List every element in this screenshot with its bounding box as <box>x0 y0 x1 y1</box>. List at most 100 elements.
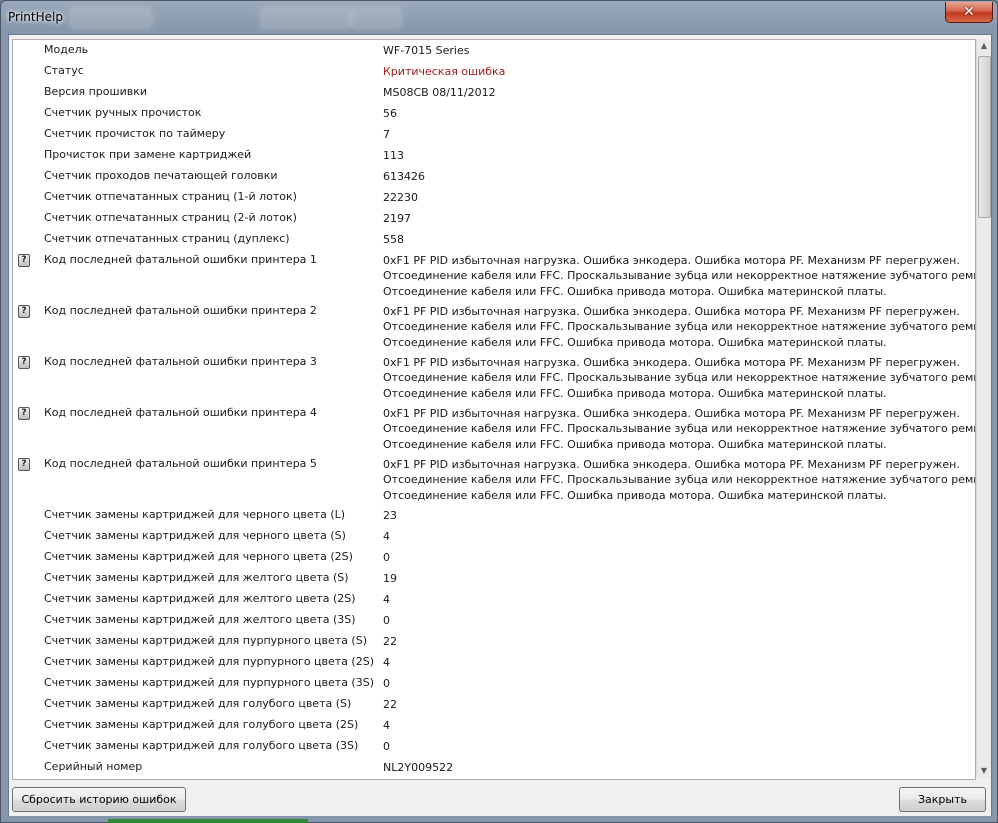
info-row[interactable]: Счетчик замены картриджей для пурпурного… <box>13 673 975 694</box>
info-value-line: Отсоединение кабеля или FFC. Ошибка прив… <box>383 335 887 349</box>
info-value-line: Отсоединение кабеля или FFC. Ошибка прив… <box>383 284 887 298</box>
info-row[interactable]: ? Код последней фатальной ошибки принтера… <box>13 454 975 505</box>
help-icon[interactable]: ? <box>18 254 30 267</box>
info-value: 113 <box>383 149 404 162</box>
scroll-up-arrow-icon[interactable]: ▲ <box>979 39 989 53</box>
info-label: Счетчик замены картриджей для голубого ц… <box>44 697 352 710</box>
info-value-line: 0xF1 PF PID избыточная нагрузка. Ошибка … <box>383 407 960 420</box>
info-label: Счетчик замены картриджей для черного цв… <box>44 550 353 563</box>
help-icon[interactable]: ? <box>18 458 30 471</box>
info-value: 4 <box>383 593 390 606</box>
close-button[interactable]: Закрыть <box>899 787 986 812</box>
question-mark-icon: ? <box>18 407 30 420</box>
status-value: Критическая ошибка <box>383 65 506 78</box>
info-value: 19 <box>383 572 397 585</box>
info-row[interactable]: Версия прошивки MS08CB 08/11/2012 <box>13 82 975 103</box>
info-label: Счетчик прочисток по таймеру <box>44 127 226 140</box>
info-label: Статус <box>44 64 84 77</box>
info-value-line: Отсоединение кабеля или FFC. Проскальзыв… <box>383 269 976 283</box>
info-value: 4 <box>383 656 390 669</box>
reset-error-history-button[interactable]: Сбросить историю ошибок <box>12 787 186 812</box>
info-row[interactable]: Счетчик прочисток по таймеру 7 <box>13 124 975 145</box>
info-row[interactable]: Счетчик замены картриджей для голубого ц… <box>13 736 975 757</box>
question-mark-icon: ? <box>18 458 30 471</box>
info-row[interactable]: Статус Критическая ошибка <box>13 61 975 82</box>
info-value-line: Отсоединение кабеля или FFC. Ошибка прив… <box>383 386 887 400</box>
info-value-line: 0xF1 PF PID избыточная нагрузка. Ошибка … <box>383 458 960 471</box>
info-row[interactable]: ? Код последней фатальной ошибки принтера… <box>13 352 975 403</box>
help-icon[interactable]: ? <box>18 356 30 369</box>
question-mark-icon: ? <box>18 254 30 267</box>
info-value-line: 0xF1 PF PID избыточная нагрузка. Ошибка … <box>383 356 960 369</box>
info-row[interactable]: ? Код последней фатальной ошибки принтера… <box>13 250 975 301</box>
info-value: 56 <box>383 107 397 120</box>
info-row[interactable]: Счетчик замены картриджей для черного цв… <box>13 526 975 547</box>
info-value: 0xF1 PF PID избыточная нагрузка. Ошибка … <box>383 355 976 401</box>
info-label: Счетчик замены картриджей для пурпурного… <box>44 676 374 689</box>
background-tab-ghost <box>351 8 401 28</box>
info-row[interactable]: Модель WF-7015 Series <box>13 40 975 61</box>
info-value: 0xF1 PF PID избыточная нагрузка. Ошибка … <box>383 253 976 299</box>
info-value-line: Отсоединение кабеля или FFC. Ошибка прив… <box>383 437 887 451</box>
info-value: 0 <box>383 551 390 564</box>
info-row[interactable]: Счетчик замены картриджей для пурпурного… <box>13 652 975 673</box>
info-row[interactable]: ? Код последней фатальной ошибки принтера… <box>13 301 975 352</box>
info-label: Серийный номер <box>44 760 143 773</box>
info-value: 0 <box>383 614 390 627</box>
close-icon: ✕ <box>963 4 975 20</box>
info-row[interactable]: Счетчик замены картриджей для голубого ц… <box>13 694 975 715</box>
info-row[interactable]: Счетчик замены картриджей для желтого цв… <box>13 589 975 610</box>
window-title: PrintHelp <box>8 10 63 24</box>
info-row[interactable]: Счетчик замены картриджей для голубого ц… <box>13 715 975 736</box>
info-label: Счетчик замены картриджей для пурпурного… <box>44 634 368 647</box>
info-value-line: Отсоединение кабеля или FFC. Проскальзыв… <box>383 371 976 385</box>
info-label: Счетчик отпечатанных страниц (1-й лоток) <box>44 190 297 203</box>
info-row[interactable]: Счетчик замены картриджей для черного цв… <box>13 547 975 568</box>
info-value: 0xF1 PF PID избыточная нагрузка. Ошибка … <box>383 457 975 503</box>
info-row[interactable]: ? Код последней фатальной ошибки принтера… <box>13 403 975 454</box>
info-row[interactable]: Счетчик проходов печатающей головки 61342… <box>13 166 975 187</box>
info-value: 0 <box>383 740 390 753</box>
scroll-down-arrow-icon[interactable]: ▼ <box>979 764 989 778</box>
info-value: 22 <box>383 635 397 648</box>
info-label: Счетчик замены картриджей для черного цв… <box>44 508 346 521</box>
vertical-scrollbar[interactable]: ▲ ▼ <box>976 39 991 778</box>
info-value: 4 <box>383 719 390 732</box>
info-row[interactable]: Счетчик замены картриджей для черного цв… <box>13 505 975 526</box>
info-row[interactable]: Прочисток при замене картриджей 113 <box>13 145 975 166</box>
info-value-line: 0xF1 PF PID избыточная нагрузка. Ошибка … <box>383 254 960 267</box>
background-tab-ghost <box>261 8 351 28</box>
info-label: Счетчик замены картриджей для желтого цв… <box>44 613 356 626</box>
dialog-content: Модель WF-7015 Series Статус Критическая ош… <box>8 34 992 818</box>
info-label: Счетчик проходов печатающей головки <box>44 169 278 182</box>
info-row[interactable]: Счетчик ручных прочисток 56 <box>13 103 975 124</box>
info-row[interactable]: Счетчик замены картриджей для пурпурного… <box>13 631 975 652</box>
info-row[interactable]: Серийный номер NL2Y009522 <box>13 757 975 778</box>
info-label: Версия прошивки <box>44 85 148 98</box>
question-mark-icon: ? <box>18 305 30 318</box>
taskbar-hint <box>108 819 308 823</box>
info-value-line: Отсоединение кабеля или FFC. Ошибка прив… <box>383 488 887 502</box>
info-label: Счетчик замены картриджей для желтого цв… <box>44 571 349 584</box>
info-value: 7 <box>383 128 390 141</box>
info-row[interactable]: Счетчик замены картриджей для желтого цв… <box>13 610 975 631</box>
info-value: 23 <box>383 509 397 522</box>
info-row[interactable]: Счетчик отпечатанных страниц (2-й лоток)… <box>13 208 975 229</box>
info-label: Код последней фатальной ошибки принтера … <box>44 304 317 317</box>
info-label: Код последней фатальной ошибки принтера … <box>44 253 317 266</box>
info-label: Счетчик ручных прочисток <box>44 106 202 119</box>
info-row[interactable]: Счетчик замены картриджей для желтого цв… <box>13 568 975 589</box>
info-label: Счетчик замены картриджей для черного цв… <box>44 529 346 542</box>
info-value: NL2Y009522 <box>383 761 454 774</box>
question-mark-icon: ? <box>18 356 30 369</box>
title-bar[interactable]: PrintHelp ✕ <box>1 1 997 35</box>
info-row[interactable]: Счетчик отпечатанных страниц (дуплекс) 55… <box>13 229 975 250</box>
window-close-button[interactable]: ✕ <box>945 2 993 23</box>
info-value-line: Отсоединение кабеля или FFC. Проскальзыв… <box>383 422 976 436</box>
info-value: 22230 <box>383 191 418 204</box>
help-icon[interactable]: ? <box>18 407 30 420</box>
info-value: 2197 <box>383 212 411 225</box>
scrollbar-thumb[interactable] <box>978 56 991 218</box>
help-icon[interactable]: ? <box>18 305 30 318</box>
info-row[interactable]: Счетчик отпечатанных страниц (1-й лоток)… <box>13 187 975 208</box>
